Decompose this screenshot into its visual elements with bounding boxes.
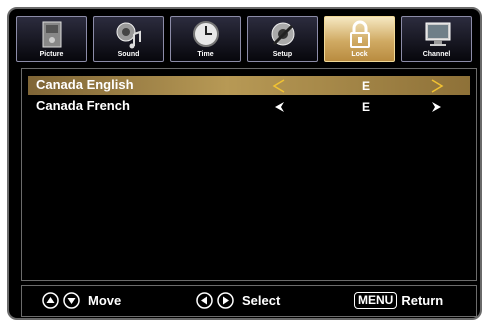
tab-time[interactable]: Time [170,16,241,62]
tab-sound[interactable]: Sound [93,16,164,62]
tab-label: Setup [272,51,293,58]
setting-row-canada-english[interactable]: Canada English E [28,76,470,95]
return-label: Return [401,293,444,308]
move-label: Move [88,293,122,308]
tab-label: Lock [351,51,368,58]
menu-tabs: Picture Sound Time Setup Lock Channel [16,16,476,62]
lock-icon [350,20,370,48]
move-hint: Move [42,292,121,309]
button-hints-bar: Move Select MENU Return [21,285,477,317]
arrow-right-icon[interactable] [430,100,444,114]
setting-value: E [362,79,371,93]
right-button-icon [217,292,234,309]
arrow-left-icon[interactable] [272,79,286,93]
setup-icon [271,22,295,46]
menu-key-icon: MENU [354,292,398,309]
up-button-icon [42,292,59,309]
tab-label: Sound [117,51,140,58]
clock-icon [193,21,219,47]
tab-label: Picture [39,51,64,58]
setting-name: Canada English [36,77,134,92]
tab-channel[interactable]: Channel [401,16,472,62]
tab-label: Time [197,51,214,58]
lock-settings-panel: Canada English E Canada French E [21,68,477,281]
select-label: Select [242,293,281,308]
tab-picture[interactable]: Picture [16,16,87,62]
arrow-left-icon[interactable] [272,100,286,114]
select-hint: Select [196,292,280,309]
setting-row-canada-french[interactable]: Canada French E [28,97,470,116]
tab-setup[interactable]: Setup [247,16,318,62]
setting-value: E [362,100,371,114]
setting-name: Canada French [36,98,130,113]
sound-icon [116,22,141,49]
arrow-right-icon[interactable] [430,79,444,93]
channel-icon [425,22,451,46]
tab-lock[interactable]: Lock [324,16,395,62]
left-button-icon [196,292,213,309]
tab-label: Channel [422,51,451,58]
return-hint: MENU Return [354,292,443,309]
down-button-icon [63,292,80,309]
picture-icon [42,21,62,48]
